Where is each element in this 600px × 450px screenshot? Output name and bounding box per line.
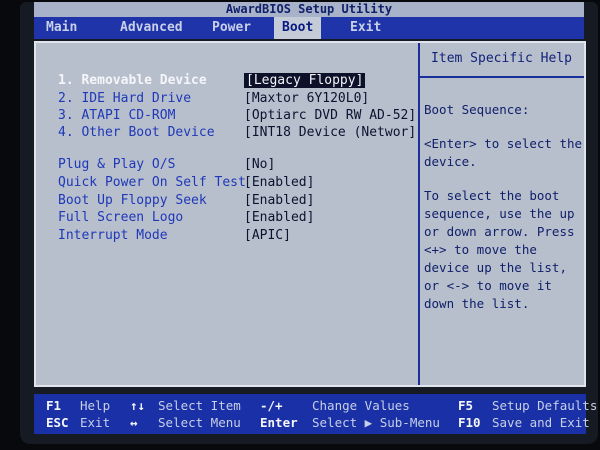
setting-label: Plug & Play O/S xyxy=(58,157,176,172)
setting-label: 2. IDE Hard Drive xyxy=(58,91,192,106)
arrows-desc: Select Item xyxy=(158,398,241,413)
setting-value[interactable]: [Enabled] xyxy=(244,193,314,209)
help-title: Item Specific Help xyxy=(431,51,572,66)
setting-label: Boot Up Floppy Seek xyxy=(58,193,207,208)
f1-desc: Help xyxy=(80,398,111,413)
f1-key: F1 xyxy=(46,398,62,413)
setting-label: Quick Power On Self Test xyxy=(58,175,246,190)
plus-minus-key: -/+ xyxy=(260,398,283,413)
lr-desc: Select Menu xyxy=(158,415,241,430)
setting-value[interactable]: [Legacy Floppy] xyxy=(244,73,366,89)
selected-value[interactable]: [Legacy Floppy] xyxy=(244,73,366,88)
setting-value[interactable]: [Maxtor 6Y120L0] xyxy=(244,91,369,107)
pm-desc: Change Values xyxy=(312,398,410,413)
setting-value[interactable]: [No] xyxy=(244,157,275,173)
setting-label: Interrupt Mode xyxy=(58,228,168,243)
bios-screen: AwardBIOS Setup Utility Main Advanced Po… xyxy=(20,2,598,444)
f5-desc: Setup Defaults xyxy=(492,398,598,413)
setting-label: Full Screen Logo xyxy=(58,210,184,225)
up-down-arrows-icon: ↑↓ xyxy=(130,398,146,413)
enter-key: Enter xyxy=(260,415,298,430)
setting-value[interactable]: [APIC] xyxy=(244,228,291,244)
settings-panel: Item Specific Help 1. Removable Device [… xyxy=(34,41,586,387)
esc-key: ESC xyxy=(46,415,69,430)
f10-key: F10 xyxy=(458,415,481,430)
help-paragraph: To select the boot sequence, use the up … xyxy=(424,188,575,311)
menu-boot[interactable]: Boot xyxy=(274,17,322,39)
setting-value[interactable]: [Optiarc DVD RW AD-52] xyxy=(244,108,416,124)
menu-main[interactable]: Main xyxy=(46,17,77,39)
menu-exit[interactable]: Exit xyxy=(350,17,381,39)
help-paragraph: Boot Sequence: xyxy=(424,102,530,117)
help-paragraph: <Enter> to select the device. xyxy=(424,136,583,169)
help-text: Boot Sequence: <Enter> to select the dev… xyxy=(424,101,584,329)
enter-desc: Select ▶ Sub-Menu xyxy=(312,415,440,430)
setting-label: 1. Removable Device xyxy=(58,73,207,88)
setting-value[interactable]: [INT18 Device (Networ] xyxy=(244,125,416,141)
setting-label: 3. ATAPI CD-ROM xyxy=(58,108,176,123)
help-header-divider xyxy=(420,76,584,78)
bios-title: AwardBIOS Setup Utility xyxy=(34,2,584,17)
key-legend-footer: F1 Help ↑↓ Select Item -/+ Change Values… xyxy=(34,394,597,434)
panel-divider xyxy=(418,43,420,385)
menu-bar: Main Advanced Power Boot Exit xyxy=(34,17,584,39)
setting-value[interactable]: [Enabled] xyxy=(244,210,314,226)
left-right-arrows-icon: ↔ xyxy=(130,415,138,430)
setting-value[interactable]: [Enabled] xyxy=(244,175,314,191)
menu-power[interactable]: Power xyxy=(212,17,251,39)
f5-key: F5 xyxy=(458,398,474,413)
f10-desc: Save and Exit xyxy=(492,415,590,430)
menu-advanced[interactable]: Advanced xyxy=(120,17,183,39)
esc-desc: Exit xyxy=(80,415,111,430)
setting-label: 4. Other Boot Device xyxy=(58,125,215,140)
